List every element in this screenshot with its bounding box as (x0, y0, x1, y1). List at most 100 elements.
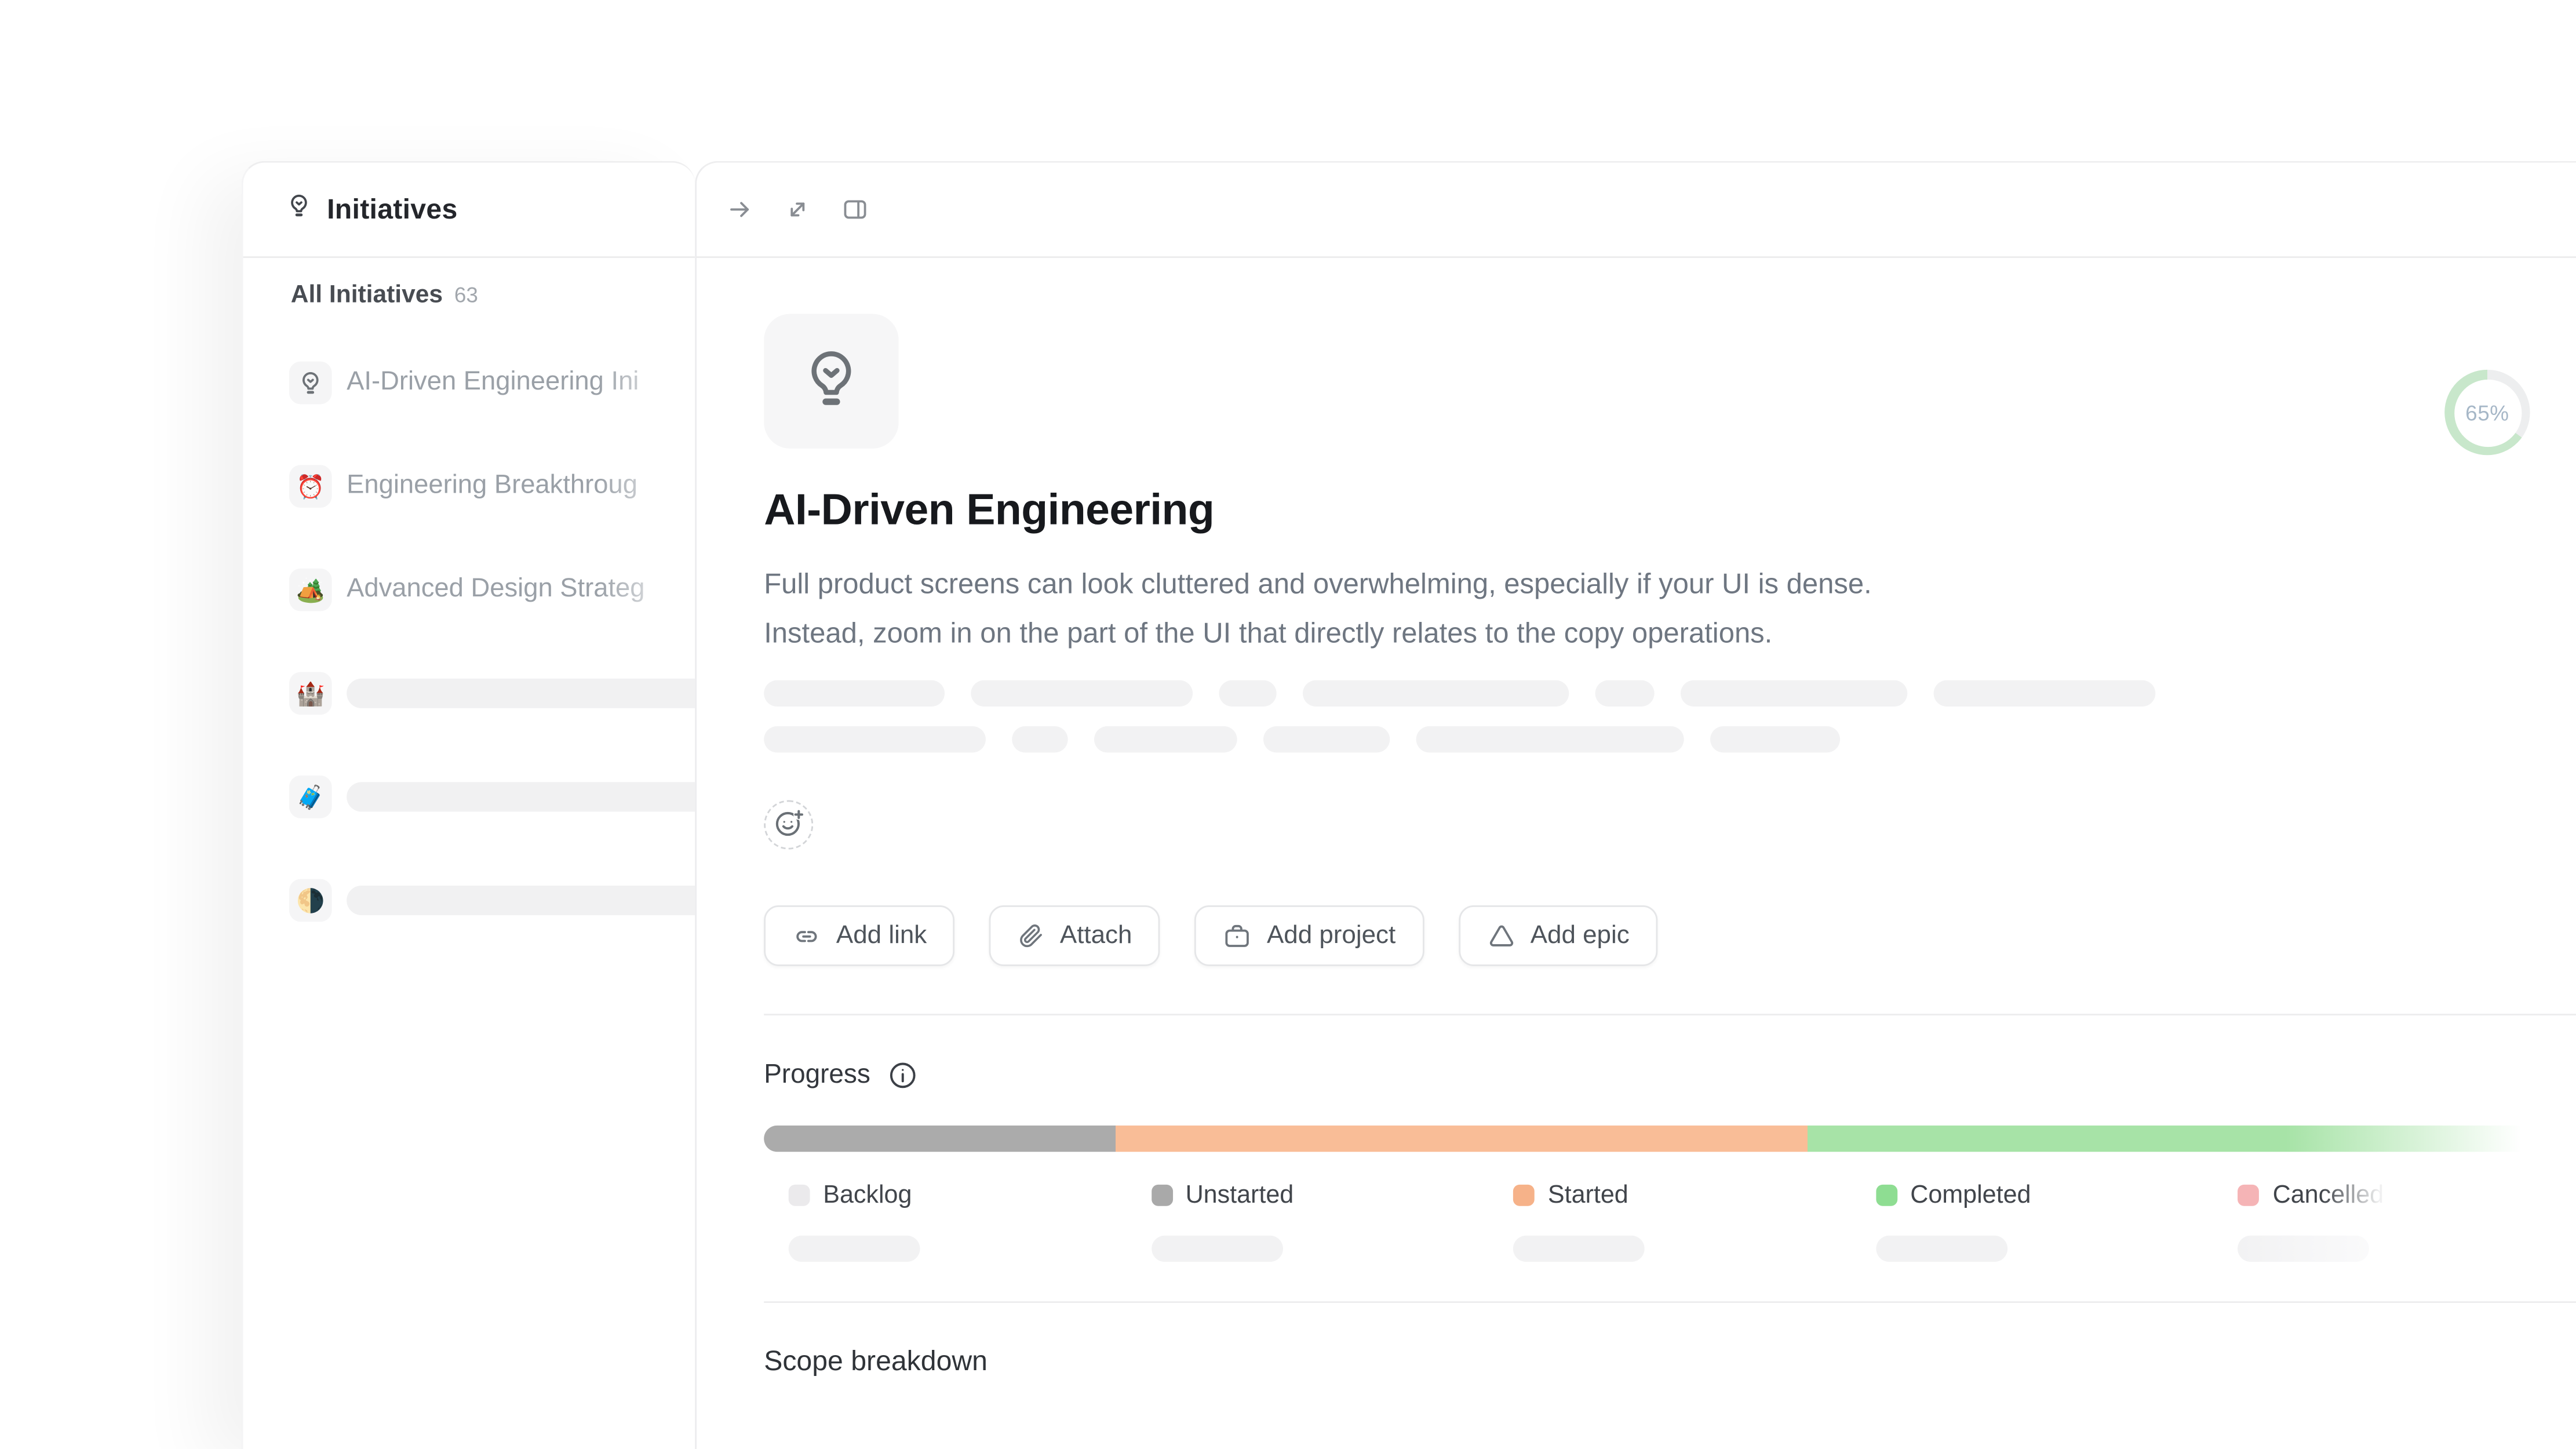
legend-label: Unstarted (1186, 1181, 1294, 1209)
loading-placeholder (347, 781, 695, 811)
alarm-clock-emoji: ⏰ (289, 464, 332, 507)
loading-placeholder (1416, 726, 1684, 752)
initiative-icon-card[interactable] (764, 314, 898, 448)
description-line: Instead, zoom in on the part of the UI t… (764, 608, 2576, 657)
loading-placeholder (1012, 726, 1067, 752)
loading-placeholder (1934, 680, 2156, 707)
list-item-loading[interactable]: 🌗 (243, 848, 695, 952)
scope-breakdown-title: Scope breakdown (764, 1346, 2576, 1379)
progress-bar (764, 1126, 2576, 1152)
loading-placeholder (2238, 1236, 2370, 1262)
add-link-button[interactable]: Add link (764, 905, 954, 966)
cancelled-swatch (2238, 1185, 2260, 1206)
list-item-loading[interactable]: 🧳 (243, 744, 695, 848)
loading-placeholder (1876, 1236, 2007, 1262)
legend-completed: Completed (1851, 1181, 2213, 1262)
started-swatch (1513, 1185, 1535, 1206)
initiative-list: AI-Driven Engineering Ini ⏰ Engineering … (243, 330, 695, 952)
loading-placeholder (764, 726, 986, 752)
attach-button[interactable]: Attach (989, 905, 1160, 966)
description-line: Full product screens can look cluttered … (764, 559, 2576, 608)
list-item-label: AI-Driven Engineering Ini (347, 367, 695, 397)
section-divider (764, 1014, 2576, 1015)
loading-placeholder (971, 680, 1193, 707)
list-item-advanced-design-strategy[interactable]: 🏕️ Advanced Design Strateg (243, 537, 695, 641)
completion-percent: 65% (2454, 378, 2521, 446)
page-title[interactable]: AI-Driven Engineering (764, 485, 2576, 536)
loading-placeholder (789, 1236, 920, 1262)
loading-placeholder (1681, 680, 1907, 707)
legend-label: Backlog (823, 1181, 912, 1209)
progress-legend: Backlog Unstarted Started (764, 1181, 2576, 1262)
arrow-right-icon[interactable] (726, 195, 754, 223)
all-initiatives-filter[interactable]: All Initiatives 63 (243, 258, 695, 330)
initiatives-sidebar: Initiatives All Initiatives 63 AI-Driven… (242, 161, 695, 1449)
loading-placeholder (764, 680, 945, 707)
loading-placeholder (1094, 726, 1237, 752)
expand-diagonal-icon[interactable] (784, 195, 811, 223)
initiative-description[interactable]: Full product screens can look cluttered … (764, 559, 2576, 657)
loading-placeholder (347, 885, 695, 915)
button-label: Add link (836, 921, 927, 951)
backlog-swatch (789, 1185, 810, 1206)
triangle-icon (1486, 921, 1515, 951)
detail-toolbar (697, 163, 2576, 258)
legend-label: Cancelled (2273, 1181, 2384, 1209)
link-icon (792, 921, 821, 951)
legend-label: Completed (1910, 1181, 2031, 1209)
add-project-button[interactable]: Add project (1194, 905, 1423, 966)
button-label: Add project (1267, 921, 1396, 951)
castle-emoji: 🏰 (289, 671, 332, 714)
description-loading-placeholders (764, 680, 2576, 753)
section-divider (764, 1301, 2576, 1303)
button-label: Attach (1060, 921, 1132, 951)
info-icon[interactable] (888, 1061, 916, 1089)
placeholder-row (764, 680, 2576, 707)
loading-placeholder (1219, 680, 1276, 707)
luggage-emoji: 🧳 (289, 775, 332, 818)
unstarted-swatch (1151, 1185, 1172, 1206)
list-item-ai-driven-engineering[interactable]: AI-Driven Engineering Ini (243, 330, 695, 434)
list-item-label: Engineering Breakthroug (347, 471, 695, 500)
loading-placeholder (1710, 726, 1840, 752)
legend-started: Started (1489, 1181, 1851, 1262)
camping-emoji: 🏕️ (289, 567, 332, 610)
legend-unstarted: Unstarted (1127, 1181, 1489, 1262)
sidebar-header: Initiatives (243, 163, 695, 258)
progress-header: Progress (764, 1060, 2576, 1091)
lightbulb-icon (289, 361, 332, 403)
progress-label: Progress (764, 1060, 870, 1091)
list-item-loading[interactable]: 🏰 (243, 641, 695, 745)
list-item-engineering-breakthrough[interactable]: ⏰ Engineering Breakthroug (243, 434, 695, 537)
legend-label: Started (1548, 1181, 1628, 1209)
side-panel-icon[interactable] (841, 195, 869, 223)
add-reaction-icon (773, 807, 804, 843)
completion-ring: 65% (2444, 370, 2530, 455)
sidebar-title: Initiatives (327, 193, 457, 226)
loading-placeholder (1263, 726, 1390, 752)
briefcase-icon (1222, 921, 1252, 951)
all-initiatives-label: All Initiatives (291, 280, 443, 308)
paperclip-icon (1017, 922, 1045, 949)
initiative-detail-panel: 65% AI-Driven Engineering Full product s… (695, 161, 2576, 1449)
action-buttons: Add link Attach (764, 905, 2576, 966)
completed-swatch (1876, 1185, 1897, 1206)
app-window: Initiatives All Initiatives 63 AI-Driven… (0, 0, 2576, 1449)
last-quarter-moon-emoji: 🌗 (289, 878, 332, 921)
lightbulb-icon (286, 192, 312, 227)
add-reaction-button[interactable] (764, 800, 813, 850)
loading-placeholder (1595, 680, 1655, 707)
placeholder-row (764, 726, 2576, 752)
legend-backlog: Backlog (764, 1181, 1126, 1262)
legend-cancelled: Cancelled (2214, 1181, 2576, 1262)
add-epic-button[interactable]: Add epic (1458, 905, 1657, 966)
loading-placeholder (1151, 1236, 1282, 1262)
loading-placeholder (1303, 680, 1569, 707)
loading-placeholder (1513, 1236, 1645, 1262)
list-item-label: Advanced Design Strateg (347, 574, 695, 604)
button-label: Add epic (1531, 921, 1630, 951)
detail-content: 65% AI-Driven Engineering Full product s… (697, 314, 2576, 1378)
lightbulb-icon (799, 344, 864, 418)
all-initiatives-count: 63 (454, 283, 478, 308)
loading-placeholder (347, 678, 695, 707)
